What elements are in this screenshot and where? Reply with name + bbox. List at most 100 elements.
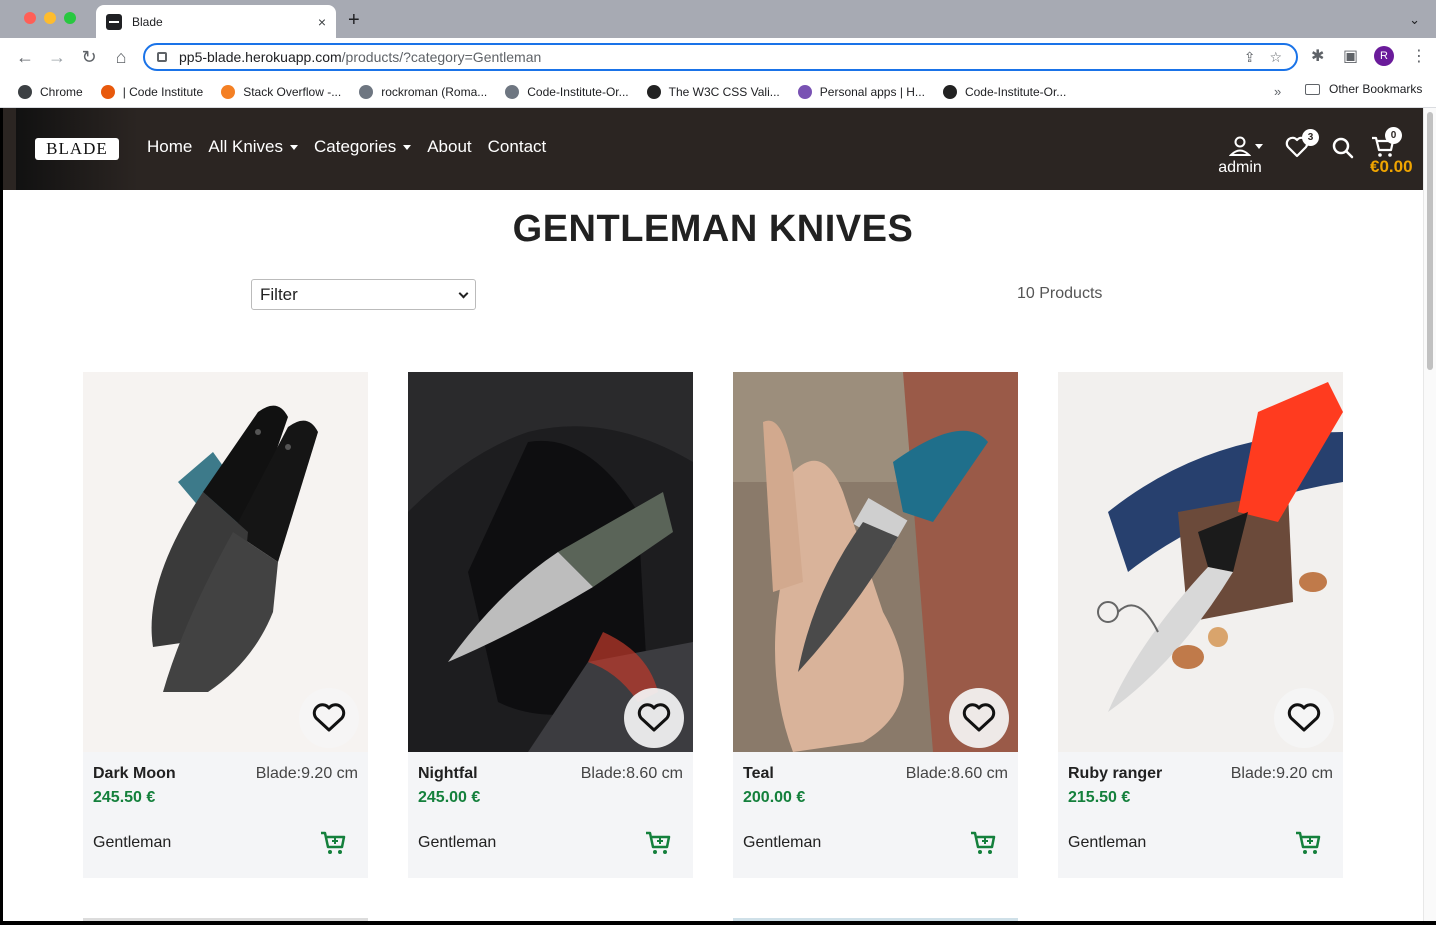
account-menu[interactable]: admin — [1215, 136, 1265, 177]
bookmark-item[interactable]: Code-Institute-Or... — [942, 84, 1066, 99]
product-count: 10 Products — [1017, 285, 1103, 302]
add-to-cart-button[interactable] — [970, 830, 996, 861]
wishlist-button[interactable]: 3 — [1285, 129, 1319, 163]
bookmark-label: Stack Overflow -... — [243, 84, 342, 99]
new-tab-button[interactable]: + — [348, 9, 360, 32]
scrollbar-thumb[interactable] — [1427, 112, 1433, 370]
product-blade-length: Blade:8.60 cm — [580, 765, 683, 782]
back-arrow-icon[interactable]: ← — [14, 46, 36, 68]
more-menu-icon[interactable]: ⋮ — [1411, 46, 1427, 66]
product-name[interactable]: Teal — [743, 765, 774, 783]
product-price: 200.00 € — [743, 789, 806, 806]
product-card[interactable]: Teal Blade:8.60 cm 200.00 € Gentleman — [733, 372, 1018, 878]
tab-blade[interactable]: Blade × — [96, 5, 336, 38]
bookmark-star-icon[interactable]: ☆ — [1269, 49, 1282, 66]
close-window-button[interactable] — [24, 12, 36, 24]
minimize-window-button[interactable] — [44, 12, 56, 24]
add-to-cart-button[interactable] — [645, 830, 671, 861]
add-to-wishlist-button[interactable] — [949, 688, 1009, 748]
address-bar[interactable]: pp5-blade.herokuapp.com/products/?catego… — [143, 43, 1298, 71]
caret-down-icon — [403, 145, 412, 151]
browser-chrome: Blade × + ⌄ ← → ↻ ⌂ pp5-blade.herokuapp.… — [0, 0, 1436, 108]
bookmark-item[interactable]: | Code Institute — [100, 84, 204, 99]
search-icon — [1332, 137, 1354, 159]
maximize-window-button[interactable] — [64, 12, 76, 24]
account-caret-icon — [1255, 144, 1263, 149]
bookmark-item[interactable]: rockroman (Roma... — [359, 84, 487, 99]
tab-close-icon[interactable]: × — [318, 14, 326, 30]
share-icon[interactable]: ⇪ — [1244, 49, 1256, 66]
heart-outline-icon — [637, 703, 671, 732]
bookmark-item[interactable]: Chrome — [18, 84, 83, 99]
user-icon — [1228, 136, 1252, 156]
bookmark-item[interactable]: Stack Overflow -... — [221, 84, 342, 99]
url-text[interactable]: pp5-blade.herokuapp.com/products/?catego… — [179, 49, 1244, 65]
heart-outline-icon — [962, 703, 996, 732]
add-to-wishlist-button[interactable] — [299, 688, 359, 748]
bookmark-item[interactable]: Code-Institute-Or... — [505, 84, 629, 99]
account-label: admin — [1218, 159, 1262, 176]
bookmark-item[interactable]: Personal apps | H... — [797, 84, 925, 99]
nav-link-label: All Knives — [208, 137, 283, 156]
filter-select[interactable]: Filter — [251, 279, 476, 310]
url-path: /products/?category=Gentleman — [341, 49, 542, 65]
product-category[interactable]: Gentleman — [743, 834, 821, 852]
site-navbar: BLADE Home All Knives Categories About Conta… — [3, 108, 1423, 190]
main-nav: Home All Knives Categories About Contact — [147, 137, 562, 157]
nav-link-contact[interactable]: Contact — [488, 137, 547, 157]
nav-link-home[interactable]: Home — [147, 137, 192, 157]
product-name[interactable]: Ruby ranger — [1068, 765, 1162, 783]
product-category[interactable]: Gentleman — [1068, 834, 1146, 852]
add-to-cart-button[interactable] — [1295, 830, 1321, 861]
nav-link-categories[interactable]: Categories — [314, 137, 412, 157]
site-logo[interactable]: BLADE — [35, 138, 119, 160]
heart-outline-icon — [1287, 703, 1321, 732]
product-card[interactable]: Nightfal Blade:8.60 cm 245.00 € Gentlema… — [408, 372, 693, 878]
product-category[interactable]: Gentleman — [418, 834, 496, 852]
product-card[interactable]: Dark Moon Blade:9.20 cm 245.50 € Gentlem… — [83, 372, 368, 878]
product-blade-length: Blade:9.20 cm — [255, 765, 358, 782]
nav-link-about[interactable]: About — [427, 137, 471, 157]
bookmark-favicon-icon — [359, 84, 374, 99]
tab-search-chevron-icon[interactable]: ⌄ — [1409, 12, 1420, 28]
next-row-card-edge — [733, 918, 1018, 921]
bookmark-label: The W3C CSS Vali... — [668, 84, 780, 99]
nav-link-all-knives[interactable]: All Knives — [208, 137, 298, 157]
product-blade-length: Blade:9.20 cm — [1230, 765, 1333, 782]
product-name[interactable]: Nightfal — [418, 765, 478, 783]
bookmark-label: Chrome — [40, 84, 83, 99]
cart-total[interactable]: €0.00 — [1370, 157, 1413, 177]
product-category[interactable]: Gentleman — [93, 834, 171, 852]
side-panel-icon[interactable]: ▣ — [1343, 46, 1358, 66]
add-to-wishlist-button[interactable] — [624, 688, 684, 748]
filter-selected-value: Filter — [260, 285, 298, 304]
cart-plus-icon — [321, 831, 346, 854]
other-bookmarks-label: Other Bookmarks — [1329, 82, 1423, 96]
bookmarks-overflow-button[interactable]: » — [1274, 84, 1281, 99]
cart-count-badge: 0 — [1385, 127, 1402, 144]
product-price: 245.50 € — [93, 789, 156, 806]
product-name[interactable]: Dark Moon — [93, 765, 176, 783]
logo-container[interactable]: BLADE — [16, 108, 138, 190]
add-to-wishlist-button[interactable] — [1274, 688, 1334, 748]
caret-down-icon — [290, 145, 298, 151]
profile-avatar[interactable]: R — [1374, 46, 1394, 66]
product-price: 215.50 € — [1068, 789, 1131, 806]
extensions-puzzle-icon[interactable]: ✱ — [1311, 46, 1324, 66]
product-card[interactable]: Ruby ranger Blade:9.20 cm 215.50 € Gentl… — [1058, 372, 1343, 878]
url-host: pp5-blade.herokuapp.com — [179, 49, 342, 65]
search-button[interactable] — [1332, 137, 1354, 164]
lock-icon[interactable] — [157, 52, 167, 62]
page-title: GENTLEMAN KNIVES — [512, 208, 914, 250]
bookmark-label: | Code Institute — [122, 84, 204, 99]
forward-arrow-icon[interactable]: → — [46, 46, 68, 68]
page-viewport: BLADE Home All Knives Categories About Conta… — [3, 108, 1423, 921]
product-price: 245.00 € — [418, 789, 481, 806]
bookmark-item[interactable]: The W3C CSS Vali... — [646, 84, 780, 99]
home-icon[interactable]: ⌂ — [110, 46, 132, 68]
cart-plus-icon — [1296, 831, 1321, 854]
reload-icon[interactable]: ↻ — [78, 46, 100, 68]
add-to-cart-button[interactable] — [320, 830, 346, 861]
wishlist-count-badge: 3 — [1302, 129, 1319, 146]
other-bookmarks[interactable]: Other Bookmarks — [1305, 82, 1422, 96]
